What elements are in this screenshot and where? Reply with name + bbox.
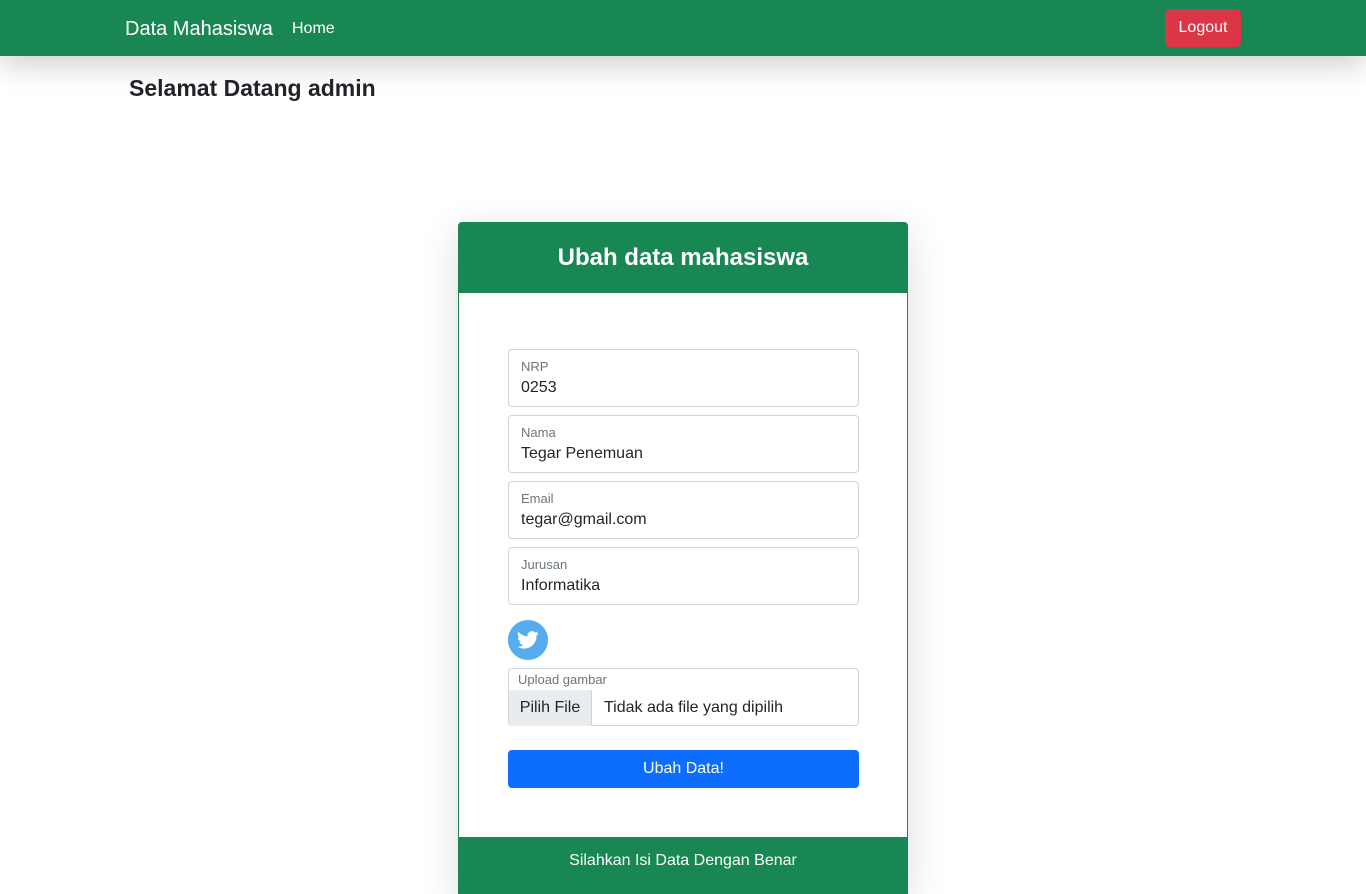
nama-field[interactable]: Nama [508,415,859,473]
nrp-input[interactable] [521,377,846,399]
email-label: Email [521,491,554,506]
card-footer: Silahkan Isi Data Dengan Benar [458,837,908,894]
upload-field: Upload gambar Pilih File Tidak ada file … [508,668,859,726]
jurusan-field[interactable]: Jurusan [508,547,859,605]
twitter-bird-icon [517,631,539,649]
edit-student-card: Ubah data mahasiswa NRP Nama Email Jurus… [458,222,908,894]
upload-label: Upload gambar [518,672,607,687]
file-status-text: Tidak ada file yang dipilih [604,699,784,716]
twitter-icon[interactable] [508,620,548,660]
card-header: Ubah data mahasiswa [458,222,908,293]
nrp-field[interactable]: NRP [508,349,859,407]
jurusan-label: Jurusan [521,557,568,572]
nama-label: Nama [521,425,556,440]
email-field[interactable]: Email [508,481,859,539]
nama-input[interactable] [521,443,846,465]
top-navbar: Data Mahasiswa Home Logout [0,0,1366,56]
nav-link-home[interactable]: Home [292,19,335,39]
choose-file-button[interactable]: Pilih File [509,690,592,726]
logout-button[interactable]: Logout [1165,9,1241,47]
nrp-label: NRP [521,359,549,374]
card-title: Ubah data mahasiswa [557,243,809,271]
jurusan-input[interactable] [521,575,846,597]
email-input[interactable] [521,509,846,531]
navbar-brand[interactable]: Data Mahasiswa [125,17,273,41]
welcome-heading: Selamat Datang admin [129,75,376,101]
footer-text: Silahkan Isi Data Dengan Benar [569,852,797,869]
ubah-data-button[interactable]: Ubah Data! [508,750,859,788]
card-body: NRP Nama Email Jurusan Upload gambar Pil… [458,293,908,838]
